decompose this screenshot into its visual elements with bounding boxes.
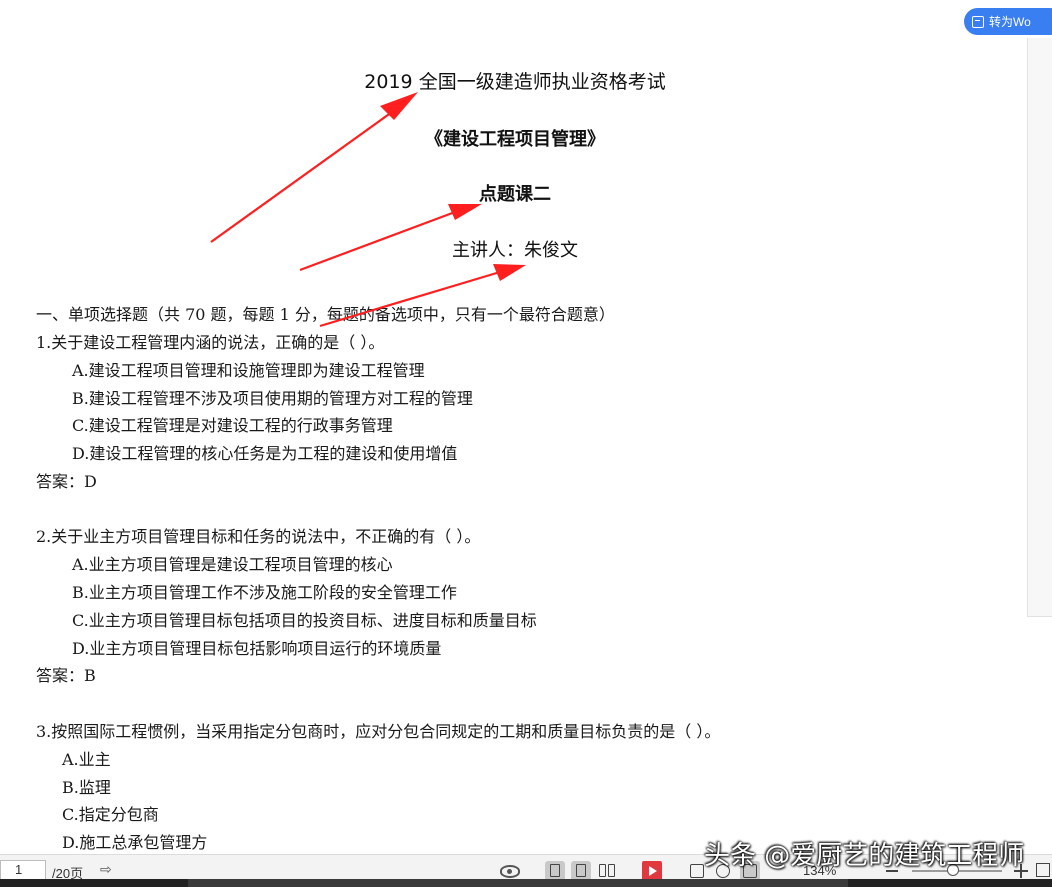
answer-line: 答案：B <box>36 666 96 685</box>
lecturer-line: 主讲人：朱俊文 <box>452 240 578 261</box>
document-icon <box>972 15 984 28</box>
eye-icon[interactable] <box>500 865 520 878</box>
option-item: B.建设工程管理不涉及项目使用期的管理方对工程的管理 <box>72 389 473 408</box>
option-item: B.监理 <box>62 778 111 797</box>
page-number-input[interactable]: 1 <box>0 860 46 880</box>
question-stem: 3.按照国际工程惯例，当采用指定分包商时，应对分包合同规定的工期和质量目标负责的… <box>36 722 721 741</box>
question-stem: 2.关于业主方项目管理目标和任务的说法中，不正确的有（ ）。 <box>36 527 481 546</box>
convert-button-label: 转为Wo <box>989 15 1031 29</box>
answer-line: 答案：D <box>36 472 97 491</box>
option-item: C.指定分包商 <box>62 805 159 824</box>
option-item: C.建设工程管理是对建设工程的行政事务管理 <box>72 416 393 435</box>
option-item: A.建设工程项目管理和设施管理即为建设工程管理 <box>72 361 425 380</box>
watermark: 头条 @爱厨艺的建筑工程师 <box>704 841 1025 871</box>
lesson-title: 点题课二 <box>479 184 551 205</box>
option-item: D.建设工程管理的核心任务是为工程的建设和使用增值 <box>72 444 458 463</box>
play-icon[interactable] <box>642 861 662 881</box>
side-panel[interactable] <box>1027 38 1052 617</box>
fullscreen-icon[interactable] <box>1036 863 1050 877</box>
subject-title: 《建设工程项目管理》 <box>425 129 605 150</box>
option-item: D.施工总承包管理方 <box>62 833 208 852</box>
view-icon[interactable] <box>597 861 617 881</box>
next-page-icon[interactable]: ⇨ <box>100 861 112 878</box>
section-heading: 一、单项选择题（共 70 题，每题 1 分，每题的备选项中，只有一个最符合题意） <box>36 305 615 324</box>
option-item: D.业主方项目管理目标包括影响项目运行的环境质量 <box>72 639 442 658</box>
view-icon[interactable] <box>571 861 591 881</box>
option-item: B.业主方项目管理工作不涉及施工阶段的安全管理工作 <box>72 583 457 602</box>
question-stem: 1.关于建设工程管理内涵的说法，正确的是（ ）。 <box>36 333 385 352</box>
option-item: A.业主方项目管理是建设工程项目管理的核心 <box>72 555 393 574</box>
view-icon[interactable] <box>545 861 565 881</box>
convert-to-word-button[interactable]: 转为Wo <box>964 8 1052 35</box>
taskbar-strip <box>0 879 1052 887</box>
arrow-annotation <box>210 92 418 243</box>
document-viewer: 转为Wo 2019 全国一级建造师执业资格考试 《建设工程项目管理》 点题课二 … <box>0 0 1052 887</box>
option-item: A.业主 <box>62 750 111 769</box>
exam-title: 2019 全国一级建造师执业资格考试 <box>364 71 666 93</box>
option-item: C.业主方项目管理目标包括项目的投资目标、进度目标和质量目标 <box>72 611 537 630</box>
